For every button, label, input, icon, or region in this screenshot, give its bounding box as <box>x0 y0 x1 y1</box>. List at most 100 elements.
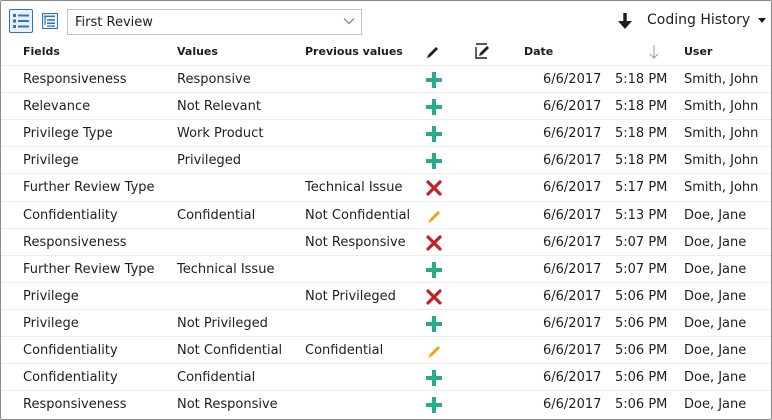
cell-field: Relevance <box>23 99 91 115</box>
table-row[interactable]: Further Review Type Technical Issue 6/6/20… <box>1 254 771 282</box>
column-header-values[interactable]: Values <box>177 45 218 58</box>
cell-field: Further Review Type <box>23 180 155 196</box>
cell-time: 5:18 PM <box>615 126 668 142</box>
grid-header: Fields Values Previous values Date User <box>1 41 771 65</box>
cell-user: Doe, Jane <box>684 315 747 331</box>
cell-user: Doe, Jane <box>684 288 747 304</box>
cell-user: Doe, Jane <box>684 397 747 413</box>
cell-user: Smith, John <box>684 153 759 169</box>
add-icon <box>426 370 442 387</box>
column-header-date[interactable]: Date <box>524 45 553 58</box>
review-select-value: First Review <box>75 15 153 30</box>
cell-previous-value: Confidential <box>305 343 384 358</box>
cell-user: Smith, John <box>684 99 759 115</box>
add-icon <box>426 315 442 332</box>
add-icon <box>426 72 442 88</box>
sort-arrow-icon[interactable] <box>649 45 659 59</box>
cell-date: 6/6/2017 <box>543 234 602 250</box>
caret-down-icon[interactable] <box>758 18 766 23</box>
edit-icon <box>428 346 440 358</box>
cell-user: Doe, Jane <box>684 261 747 277</box>
arrow-down-icon <box>618 13 632 29</box>
coding-history-panel: First Review Coding History Fields Value… <box>0 0 772 420</box>
cell-time: 5:07 PM <box>615 234 668 250</box>
chevron-down-icon <box>343 18 355 25</box>
cell-date: 6/6/2017 <box>543 261 602 277</box>
table-row[interactable]: Confidentiality Confidential Not Confident… <box>1 200 771 228</box>
cell-field: Privilege <box>23 153 79 169</box>
cell-previous-value: Not Confidential <box>305 207 411 223</box>
add-icon <box>426 397 442 414</box>
tree-view-button[interactable] <box>38 9 62 33</box>
add-icon <box>426 99 442 116</box>
table-row[interactable]: Privilege Privileged 6/6/2017 5:18 PM Smith,… <box>1 146 771 173</box>
cell-user: Doe, Jane <box>684 207 747 223</box>
cell-value: Work Product <box>177 126 264 142</box>
table-row[interactable]: Responsiveness Not Responsive 6/6/2017 5:06… <box>1 390 771 417</box>
remove-icon <box>426 180 442 196</box>
cell-date: 6/6/2017 <box>543 397 602 413</box>
cell-time: 5:06 PM <box>615 370 668 386</box>
cell-user: Doe, Jane <box>684 370 747 386</box>
cell-value: Not Privileged <box>177 315 268 331</box>
coding-history-title[interactable]: Coding History <box>647 12 750 28</box>
cell-field: Confidentiality <box>23 207 118 223</box>
table-row[interactable]: Confidentiality Not Confidential Confident… <box>1 336 771 363</box>
edit-document-icon[interactable] <box>474 43 491 60</box>
cell-date: 6/6/2017 <box>543 315 602 331</box>
cell-field: Privilege <box>23 288 79 304</box>
list-view-icon <box>13 14 29 28</box>
cell-value: Technical Issue <box>177 261 275 277</box>
cell-previous-value: Not Privileged <box>305 288 396 304</box>
column-header-previous-values[interactable]: Previous values <box>305 45 403 58</box>
cell-value: Not Responsive <box>177 397 278 413</box>
cell-value: Responsive <box>177 72 251 87</box>
table-row[interactable]: Responsiveness Not Responsive 6/6/2017 5:07… <box>1 227 771 255</box>
edit-icon <box>428 210 440 223</box>
remove-icon <box>426 289 442 305</box>
cell-time: 5:13 PM <box>615 207 668 223</box>
column-header-user[interactable]: User <box>684 45 712 58</box>
cell-time: 5:18 PM <box>615 153 668 169</box>
cell-date: 6/6/2017 <box>543 207 602 223</box>
cell-date: 6/6/2017 <box>543 370 602 386</box>
table-row[interactable]: Privilege Not Privileged 6/6/2017 5:06 PM Do… <box>1 281 771 309</box>
cell-date: 6/6/2017 <box>543 153 602 169</box>
cell-user: Smith, John <box>684 180 759 196</box>
cell-date: 6/6/2017 <box>543 343 602 358</box>
cell-field: Privilege <box>23 315 79 331</box>
table-row[interactable]: Responsiveness Responsive 6/6/2017 5:18 PM S… <box>1 65 771 92</box>
cell-field: Responsiveness <box>23 234 127 250</box>
cell-time: 5:06 PM <box>615 288 668 304</box>
cell-user: Smith, John <box>684 72 759 87</box>
cell-time: 5:18 PM <box>615 99 668 115</box>
cell-date: 6/6/2017 <box>543 180 602 196</box>
cell-user: Doe, Jane <box>684 234 747 250</box>
cell-value: Confidential <box>177 370 256 386</box>
tree-view-icon <box>42 13 58 29</box>
table-row[interactable]: Confidentiality Confidential 6/6/2017 5:06 … <box>1 363 771 390</box>
cell-time: 5:06 PM <box>615 343 668 358</box>
table-row[interactable]: Privilege Not Privileged 6/6/2017 5:06 PM Do… <box>1 308 771 336</box>
cell-value: Not Relevant <box>177 99 261 115</box>
table-row[interactable]: Privilege Type Work Product 6/6/2017 5:18 P… <box>1 119 771 146</box>
cell-date: 6/6/2017 <box>543 99 602 115</box>
cell-date: 6/6/2017 <box>543 288 602 304</box>
column-header-fields[interactable]: Fields <box>23 45 60 58</box>
sort-down-button[interactable] <box>617 9 633 33</box>
cell-field: Confidentiality <box>23 343 118 358</box>
cell-time: 5:18 PM <box>615 72 668 87</box>
cell-field: Confidentiality <box>23 370 118 386</box>
table-row[interactable]: Further Review Type Technical Issue 6/6/20… <box>1 173 771 200</box>
pencil-icon[interactable] <box>425 44 441 60</box>
remove-icon <box>426 234 442 251</box>
cell-date: 6/6/2017 <box>543 72 602 87</box>
cell-user: Smith, John <box>684 126 759 142</box>
table-row[interactable]: Relevance Not Relevant 6/6/2017 5:18 PM Smit… <box>1 92 771 119</box>
cell-time: 5:06 PM <box>615 397 668 413</box>
cell-value: Confidential <box>177 207 256 223</box>
cell-field: Further Review Type <box>23 261 155 277</box>
cell-time: 5:06 PM <box>615 315 668 331</box>
review-select[interactable]: First Review <box>67 9 362 35</box>
list-view-button[interactable] <box>9 9 33 33</box>
